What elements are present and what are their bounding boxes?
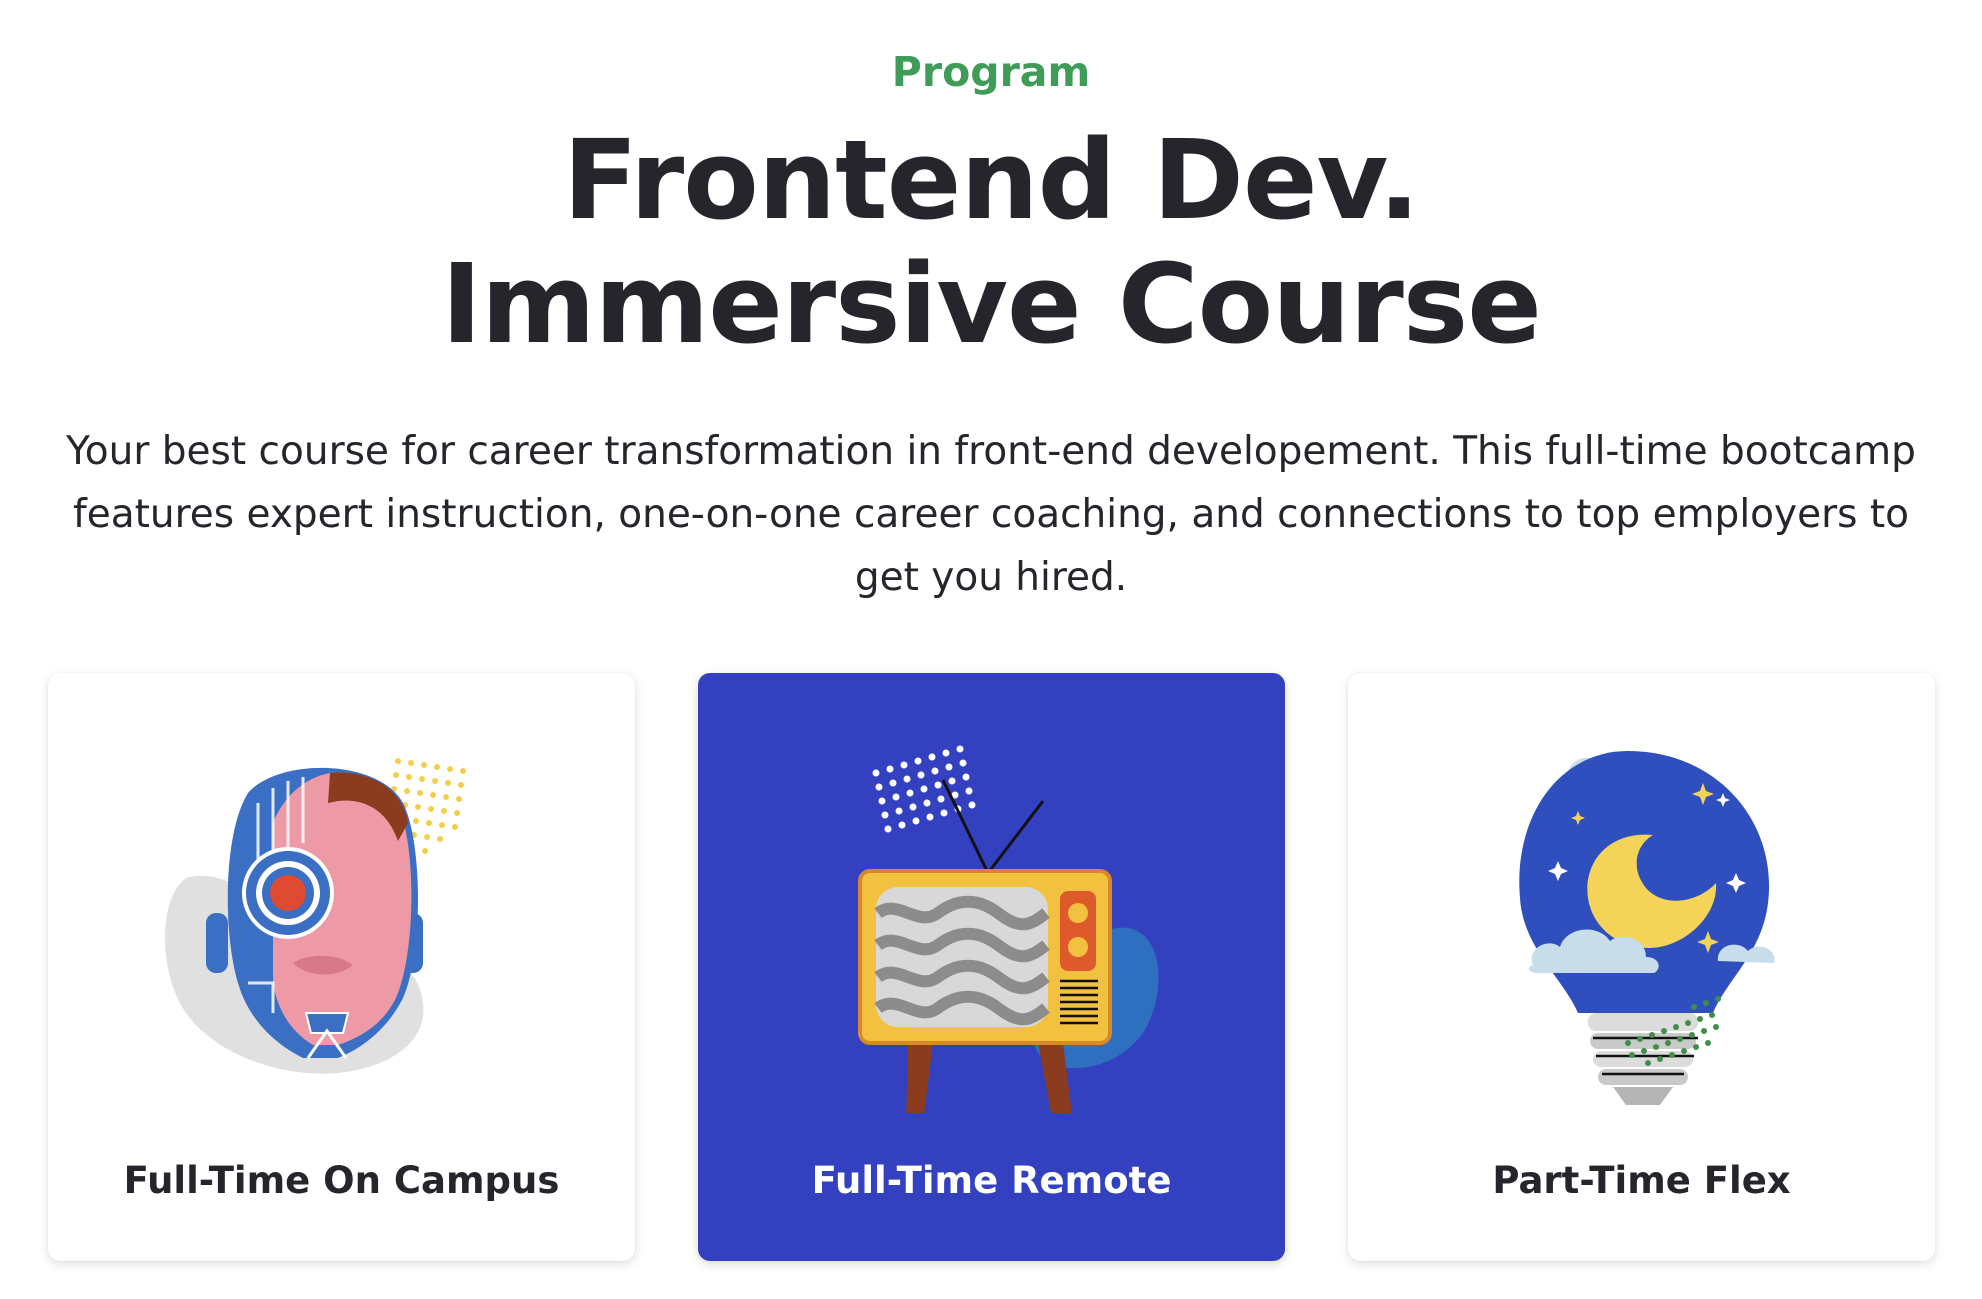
- course-description: Your best course for career transformati…: [66, 429, 1916, 600]
- robot-face-icon: [165, 758, 466, 1074]
- course-options: Full-Time On Campus Full-Time Remote Par…: [48, 673, 1936, 1261]
- retro-tv-icon: [858, 745, 1159, 1113]
- card-label: Full-Time On Campus: [123, 1159, 560, 1202]
- card-full-time-on-campus[interactable]: Full-Time On Campus: [48, 673, 635, 1261]
- card-full-time-remote[interactable]: Full-Time Remote: [698, 673, 1285, 1261]
- card-part-time-flex[interactable]: Part-Time Flex: [1348, 673, 1935, 1261]
- page-title-line-2: Immersive Course: [441, 240, 1542, 368]
- card-label: Full-Time Remote: [811, 1159, 1172, 1202]
- page-title-line-1: Frontend Dev.: [562, 116, 1420, 244]
- page-title: Frontend Dev. Immersive Course: [0, 118, 1982, 366]
- night-lightbulb-icon: [1519, 751, 1775, 1105]
- card-label: Part-Time Flex: [1492, 1159, 1791, 1202]
- program-eyebrow: Program: [891, 48, 1091, 96]
